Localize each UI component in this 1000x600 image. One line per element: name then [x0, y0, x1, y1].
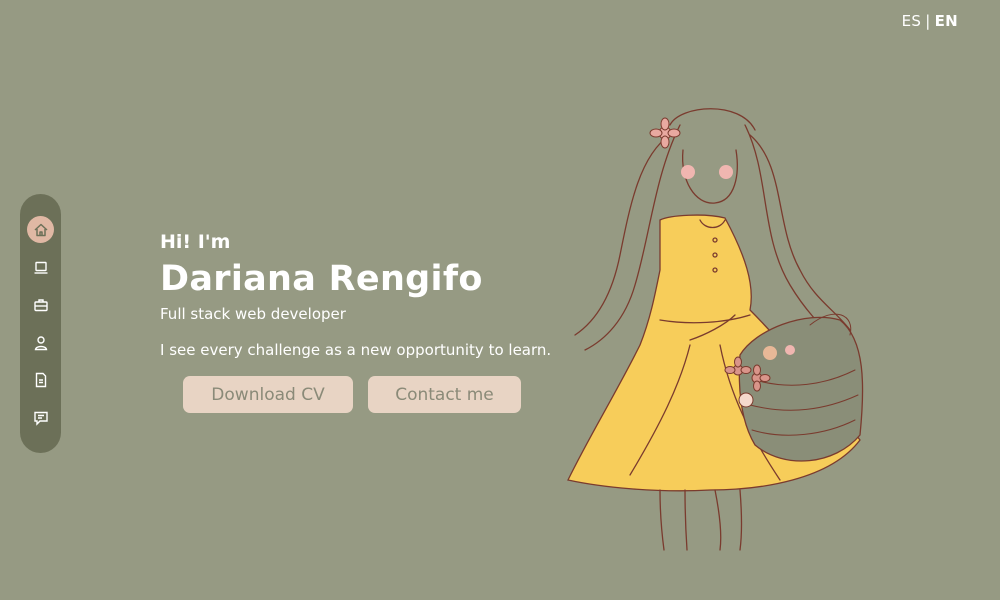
girl-illustration — [567, 108, 864, 551]
laptop-icon — [34, 261, 47, 274]
chat-icon — [33, 411, 48, 426]
download-cv-button[interactable]: Download CV — [183, 376, 353, 413]
contact-me-button[interactable]: Contact me — [368, 376, 521, 413]
portfolio-page: ES | EN Hi! I'm Dariana Rengifo Full sta… — [0, 0, 1000, 600]
job-title: Full stack web developer — [160, 305, 346, 323]
nav-resume[interactable] — [27, 366, 54, 393]
nav-experience[interactable] — [27, 291, 54, 318]
lang-en-link[interactable]: EN — [935, 12, 958, 30]
nav-home[interactable] — [27, 216, 54, 243]
briefcase-icon — [33, 298, 48, 311]
nav-contact[interactable] — [27, 404, 54, 431]
nav-about[interactable] — [27, 329, 54, 356]
motto-text: I see every challenge as a new opportuni… — [160, 341, 552, 359]
hero-section: Hi! I'm Dariana Rengifo Full stack web d… — [160, 230, 551, 360]
lang-separator: | — [925, 12, 931, 30]
greeting-text: Hi! I'm — [160, 231, 231, 253]
document-icon — [35, 372, 46, 387]
language-switcher: ES | EN — [902, 12, 958, 30]
home-icon — [33, 223, 48, 236]
side-navigation — [20, 194, 61, 453]
nav-projects[interactable] — [27, 254, 54, 281]
user-icon — [34, 335, 47, 350]
lang-es-link[interactable]: ES — [902, 12, 922, 30]
developer-name: Dariana Rengifo — [160, 259, 483, 299]
